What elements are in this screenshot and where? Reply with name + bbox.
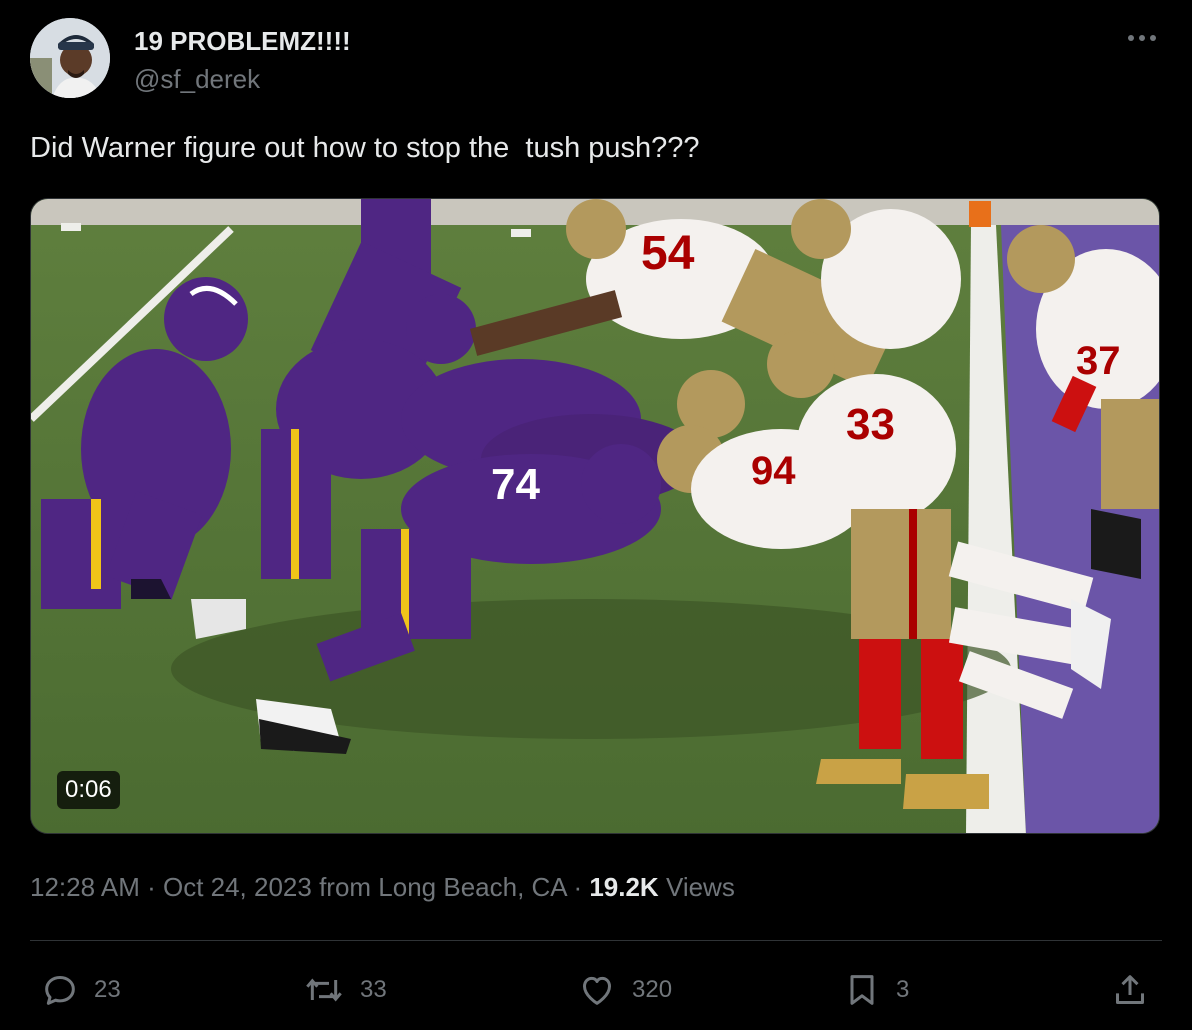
divider xyxy=(30,940,1162,941)
like-button[interactable]: 320 xyxy=(576,970,672,1010)
svg-text:74: 74 xyxy=(491,460,540,509)
meta-separator: · xyxy=(566,872,590,902)
avatar[interactable] xyxy=(30,18,110,98)
video-player[interactable]: 74 54 37 94 33 0:06 xyxy=(30,198,1160,834)
display-name[interactable]: 19 PROBLEMZ!!!! xyxy=(134,26,351,57)
meta-separator: · xyxy=(139,872,163,902)
reply-count: 23 xyxy=(94,976,121,1003)
tweet-text: Did Warner figure out how to stop the tu… xyxy=(30,132,700,164)
tweet-header: 19 PROBLEMZ!!!! @sf_derek xyxy=(30,18,1162,98)
svg-text:54: 54 xyxy=(641,227,695,280)
views-label: Views xyxy=(658,872,735,902)
repost-count: 33 xyxy=(360,976,387,1003)
tweet-date-location[interactable]: Oct 24, 2023 from Long Beach, CA xyxy=(163,872,566,902)
like-count: 320 xyxy=(632,976,673,1003)
share-icon xyxy=(1116,975,1144,1004)
video-frame: 74 54 37 94 33 xyxy=(31,199,1159,833)
bookmark-icon xyxy=(850,975,874,1005)
svg-text:33: 33 xyxy=(846,400,895,449)
repost-icon xyxy=(306,978,342,1002)
views-count: 19.2K xyxy=(589,872,659,902)
tweet-meta: 12:28 AM · Oct 24, 2023 from Long Beach,… xyxy=(30,872,735,903)
bookmark-count: 3 xyxy=(896,976,910,1003)
repost-button[interactable]: 33 xyxy=(302,970,387,1010)
svg-text:94: 94 xyxy=(751,449,796,493)
reply-button[interactable]: 23 xyxy=(40,970,121,1010)
more-dots-icon[interactable] xyxy=(1122,22,1162,54)
user-handle[interactable]: @sf_derek xyxy=(134,64,260,95)
video-duration: 0:06 xyxy=(57,771,120,809)
bookmark-button[interactable]: 3 xyxy=(842,970,909,1010)
tweet-time[interactable]: 12:28 AM xyxy=(30,872,140,902)
svg-text:37: 37 xyxy=(1076,339,1121,383)
action-bar: 23 33 320 3 xyxy=(30,962,1162,1018)
share-button[interactable] xyxy=(1110,970,1164,1010)
heart-icon xyxy=(583,976,611,1005)
reply-icon xyxy=(45,976,75,1005)
